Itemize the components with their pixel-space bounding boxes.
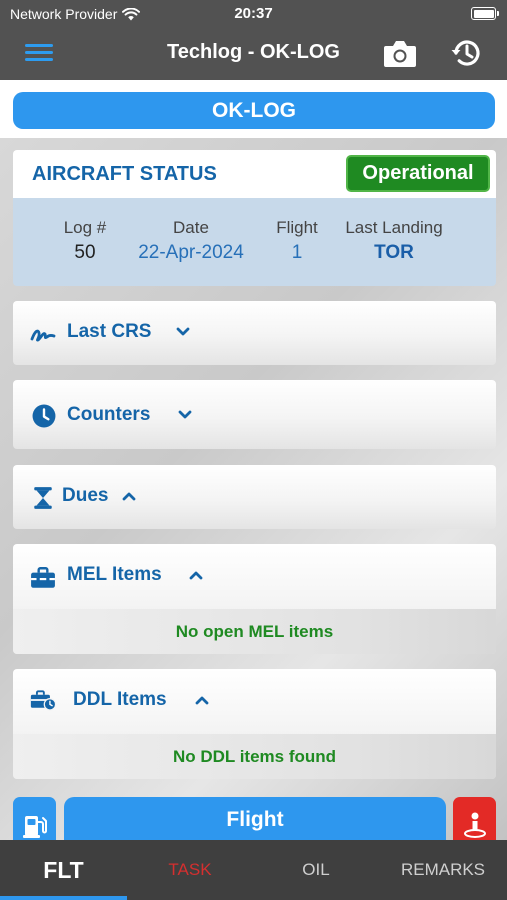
- counters-label: Counters: [67, 404, 151, 425]
- dues-header[interactable]: Dues: [13, 465, 496, 529]
- log-number-value: 50: [74, 242, 96, 263]
- chevron-down-icon: [176, 327, 190, 336]
- mel-items-header[interactable]: MEL Items: [13, 544, 496, 608]
- date-value: 22-Apr-2024: [138, 242, 244, 263]
- ddl-items-header[interactable]: DDL Items: [13, 669, 496, 733]
- mel-items-empty-message: No open MEL items: [13, 609, 496, 654]
- carrier-name: Network Provider: [10, 6, 118, 22]
- dues-label: Dues: [62, 485, 109, 506]
- tab-flt[interactable]: FLT: [0, 840, 127, 900]
- tab-bar: FLT TASK OIL REMARKS: [0, 840, 507, 900]
- last-landing-column: Last Landing TOR: [335, 218, 453, 264]
- aircraft-status-card: AIRCRAFT STATUS Operational Log # 50 Dat…: [13, 150, 496, 286]
- signature-icon: [30, 329, 56, 342]
- wifi-icon: [122, 7, 141, 20]
- page-title: Techlog - OK-LOG: [167, 41, 340, 63]
- flight-label: Flight: [276, 218, 318, 237]
- tab-task[interactable]: TASK: [127, 840, 253, 900]
- aircraft-status-header: AIRCRAFT STATUS Operational: [13, 150, 496, 198]
- chevron-up-icon: [122, 492, 136, 501]
- dues-section: Dues: [13, 465, 496, 529]
- briefcase-clock-icon: [30, 690, 56, 711]
- tab-remarks[interactable]: REMARKS: [379, 840, 507, 900]
- flight-column: Flight 1: [263, 218, 331, 264]
- chevron-up-icon: [195, 696, 209, 705]
- flight-value: 1: [291, 242, 303, 263]
- counters-section: Counters: [13, 380, 496, 449]
- tab-oil[interactable]: OIL: [253, 840, 379, 900]
- mel-items-section: MEL Items No open MEL items: [13, 544, 496, 654]
- log-number-label: Log #: [63, 218, 107, 237]
- last-landing-label: Last Landing: [345, 218, 443, 237]
- last-crs-header[interactable]: Last CRS: [13, 301, 496, 365]
- counters-header[interactable]: Counters: [13, 380, 496, 444]
- status-bar: Network Provider 20:37: [0, 0, 507, 28]
- ddl-items-label: DDL Items: [73, 689, 167, 710]
- hourglass-icon: [34, 487, 52, 509]
- aircraft-status-details: Log # 50 Date 22-Apr-2024 Flight 1 Last …: [13, 198, 496, 286]
- carrier-info: Network Provider: [10, 6, 141, 22]
- log-selector-button[interactable]: OK-LOG: [13, 92, 495, 129]
- person-alert-icon: [464, 812, 486, 838]
- nav-bar: Techlog - OK-LOG: [0, 28, 507, 80]
- date-label: Date: [173, 218, 209, 237]
- last-crs-section: Last CRS: [13, 301, 496, 365]
- clock-icon: [32, 404, 56, 428]
- last-landing-value: TOR: [374, 242, 414, 263]
- chevron-down-icon: [178, 410, 192, 419]
- date-column: Date 22-Apr-2024: [125, 218, 257, 264]
- log-number-column: Log # 50: [55, 218, 115, 264]
- aircraft-status-title: AIRCRAFT STATUS: [32, 163, 217, 185]
- status-badge: Operational: [346, 155, 490, 192]
- crew-alert-button[interactable]: [453, 797, 496, 843]
- flight-button[interactable]: Flight: [64, 797, 446, 843]
- battery-icon: [471, 7, 499, 20]
- last-crs-label: Last CRS: [67, 321, 152, 342]
- history-icon[interactable]: [450, 36, 484, 70]
- fuel-button[interactable]: [13, 797, 56, 843]
- ddl-items-section: DDL Items No DDL items found: [13, 669, 496, 779]
- camera-icon[interactable]: [383, 38, 417, 68]
- menu-icon[interactable]: [25, 41, 53, 65]
- fuel-pump-icon: [23, 816, 47, 838]
- mel-items-label: MEL Items: [67, 564, 162, 585]
- ddl-items-empty-message: No DDL items found: [13, 734, 496, 779]
- toolbox-icon: [31, 567, 55, 588]
- active-tab-indicator: [0, 896, 127, 900]
- chevron-up-icon: [189, 571, 203, 580]
